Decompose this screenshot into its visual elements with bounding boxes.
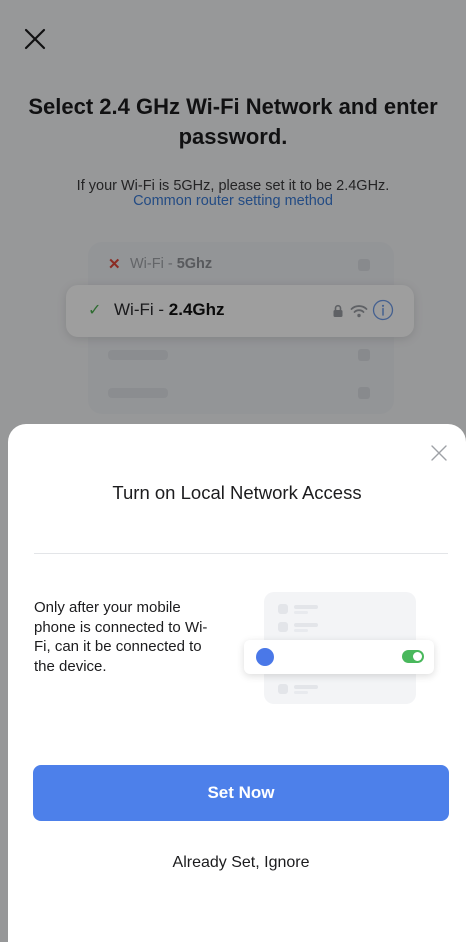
placeholder-icon <box>278 622 288 632</box>
already-set-ignore-button[interactable]: Already Set, Ignore <box>33 854 449 880</box>
placeholder-bar <box>294 691 308 694</box>
placeholder-icon <box>278 604 288 614</box>
placeholder-bar <box>294 605 318 609</box>
local-network-illustration <box>244 592 434 704</box>
placeholder-bar <box>294 611 308 614</box>
placeholder-bar <box>294 623 318 627</box>
placeholder-bar <box>294 629 308 632</box>
placeholder-icon <box>278 684 288 694</box>
sheet-title: Turn on Local Network Access <box>112 482 362 503</box>
local-network-toggle-row-illustration <box>244 640 434 674</box>
sheet-description: Only after your mobile phone is connecte… <box>34 599 208 675</box>
divider <box>34 553 448 554</box>
set-now-button[interactable]: Set Now <box>33 765 449 821</box>
local-network-sheet: Turn on Local Network Access Only after … <box>8 424 466 942</box>
toggle-on-icon <box>402 650 424 663</box>
close-icon[interactable] <box>428 442 450 464</box>
placeholder-bar <box>294 685 318 689</box>
globe-icon <box>256 648 274 666</box>
